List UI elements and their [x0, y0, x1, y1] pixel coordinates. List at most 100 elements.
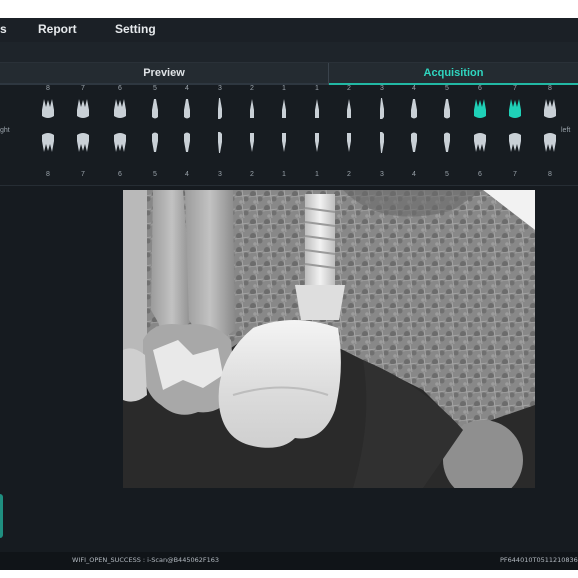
- tooth-lower-right-5[interactable]: [148, 132, 162, 154]
- upper-tooth-number-4: 4: [185, 85, 189, 92]
- left-side-label: left: [561, 127, 571, 134]
- upper-tooth-number-3: 3: [218, 85, 222, 92]
- upper-tooth-number-5: 5: [445, 85, 449, 92]
- tooth-lower-left-6[interactable]: [473, 132, 487, 154]
- upper-tooth-number-4: 4: [412, 85, 416, 92]
- tooth-upper-left-5[interactable]: [440, 97, 454, 119]
- tooth-lower-left-5[interactable]: [440, 132, 454, 154]
- upper-tooth-number-8: 8: [46, 85, 50, 92]
- status-bar: WIFI_OPEN_SUCCESS : i-Scan@B445062F163 P…: [0, 552, 578, 570]
- tooth-upper-right-6[interactable]: [113, 97, 127, 119]
- image-viewer: [0, 186, 578, 552]
- lower-tooth-number-7: 7: [513, 171, 517, 178]
- tooth-incisor-icon: [347, 133, 351, 152]
- tooth-upper-left-7[interactable]: [508, 97, 522, 119]
- lower-tooth-number-4: 4: [412, 171, 416, 178]
- tooth-upper-right-1[interactable]: [277, 97, 291, 119]
- tooth-incisor-icon: [250, 133, 254, 152]
- tooth-lower-left-2[interactable]: [342, 132, 356, 154]
- tooth-premolar-icon: [444, 132, 450, 152]
- tooth-upper-left-3[interactable]: [375, 97, 389, 119]
- tooth-canine-icon: [380, 132, 384, 153]
- connection-status: WIFI_OPEN_SUCCESS : i-Scan@B445062F163: [72, 556, 220, 564]
- tooth-lower-right-6[interactable]: [113, 132, 127, 154]
- device-id: PF644010T0511210836,IO: [500, 556, 578, 564]
- tooth-incisor-icon: [282, 99, 286, 118]
- lower-tooth-number-8: 8: [46, 171, 50, 178]
- tooth-premolar-icon: [184, 132, 190, 152]
- lower-tooth-number-3: 3: [218, 171, 222, 178]
- tooth-premolar-icon: [152, 132, 158, 152]
- tab-acquisition[interactable]: Acquisition: [329, 63, 578, 85]
- tooth-premolar-icon: [152, 99, 158, 119]
- menu-item-partial[interactable]: s: [0, 22, 7, 36]
- app-window: s Report Setting Preview Acquisition ght…: [0, 18, 578, 570]
- upper-tooth-number-3: 3: [380, 85, 384, 92]
- tooth-premolar-icon: [411, 132, 417, 152]
- tooth-molar-icon: [42, 133, 54, 152]
- tooth-lower-right-7[interactable]: [76, 132, 90, 154]
- tab-bar: Preview Acquisition: [0, 63, 578, 85]
- tooth-lower-left-8[interactable]: [543, 132, 557, 154]
- tooth-upper-left-6[interactable]: [473, 97, 487, 119]
- toolbar: [0, 42, 578, 63]
- tooth-lower-left-1[interactable]: [310, 132, 324, 154]
- tooth-upper-right-4[interactable]: [180, 97, 194, 119]
- lower-tooth-number-8: 8: [548, 171, 552, 178]
- dental-xray-image[interactable]: [123, 190, 535, 488]
- upper-tooth-number-7: 7: [81, 85, 85, 92]
- tooth-lower-right-3[interactable]: [213, 132, 227, 154]
- tooth-chart: ght left 8 8 7 7 6 6 5 5 4 4 3 3 2 2 1 1 1 1 2 2 3 3 4 4 5 5 6 6 7 7 8…: [0, 85, 578, 186]
- lower-tooth-number-5: 5: [153, 171, 157, 178]
- lower-tooth-number-1: 1: [282, 171, 286, 178]
- tooth-upper-right-2[interactable]: [245, 97, 259, 119]
- tooth-molar-icon: [509, 99, 521, 118]
- lower-tooth-number-6: 6: [478, 171, 482, 178]
- tooth-incisor-icon: [282, 133, 286, 152]
- tooth-canine-icon: [218, 132, 222, 153]
- menu-item-setting[interactable]: Setting: [115, 22, 156, 36]
- tooth-upper-left-8[interactable]: [543, 97, 557, 119]
- tooth-molar-icon: [544, 133, 556, 152]
- tab-preview[interactable]: Preview: [0, 63, 328, 85]
- tooth-canine-icon: [218, 98, 222, 119]
- tooth-incisor-icon: [250, 99, 254, 118]
- tooth-upper-right-5[interactable]: [148, 97, 162, 119]
- tooth-upper-right-3[interactable]: [213, 97, 227, 119]
- menu-item-report[interactable]: Report: [38, 22, 77, 36]
- tooth-molar-icon: [42, 99, 54, 118]
- tooth-lower-right-2[interactable]: [245, 132, 259, 154]
- tooth-upper-right-7[interactable]: [76, 97, 90, 119]
- tooth-molar-icon: [509, 133, 521, 152]
- upper-tooth-number-8: 8: [548, 85, 552, 92]
- upper-tooth-number-1: 1: [315, 85, 319, 92]
- tooth-lower-right-8[interactable]: [41, 132, 55, 154]
- upper-tooth-number-6: 6: [118, 85, 122, 92]
- side-panel-handle[interactable]: [0, 494, 3, 538]
- tooth-upper-left-4[interactable]: [407, 97, 421, 119]
- tooth-molar-icon: [474, 99, 486, 118]
- tooth-lower-right-4[interactable]: [180, 132, 194, 154]
- tooth-lower-right-1[interactable]: [277, 132, 291, 154]
- tooth-molar-icon: [544, 99, 556, 118]
- tooth-lower-left-7[interactable]: [508, 132, 522, 154]
- tooth-incisor-icon: [315, 133, 319, 152]
- right-side-label: ght: [0, 127, 10, 134]
- tooth-lower-left-4[interactable]: [407, 132, 421, 154]
- lower-tooth-number-6: 6: [118, 171, 122, 178]
- tooth-upper-left-2[interactable]: [342, 97, 356, 119]
- tooth-incisor-icon: [315, 99, 319, 118]
- tooth-lower-left-3[interactable]: [375, 132, 389, 154]
- tooth-molar-icon: [114, 133, 126, 152]
- tooth-molar-icon: [77, 99, 89, 118]
- lower-tooth-number-3: 3: [380, 171, 384, 178]
- tooth-upper-right-8[interactable]: [41, 97, 55, 119]
- menu-bar: s Report Setting: [0, 18, 578, 42]
- lower-tooth-number-1: 1: [315, 171, 319, 178]
- tooth-upper-left-1[interactable]: [310, 97, 324, 119]
- tooth-premolar-icon: [411, 99, 417, 119]
- upper-tooth-number-1: 1: [282, 85, 286, 92]
- lower-tooth-number-2: 2: [347, 171, 351, 178]
- upper-tooth-number-7: 7: [513, 85, 517, 92]
- tooth-premolar-icon: [184, 99, 190, 119]
